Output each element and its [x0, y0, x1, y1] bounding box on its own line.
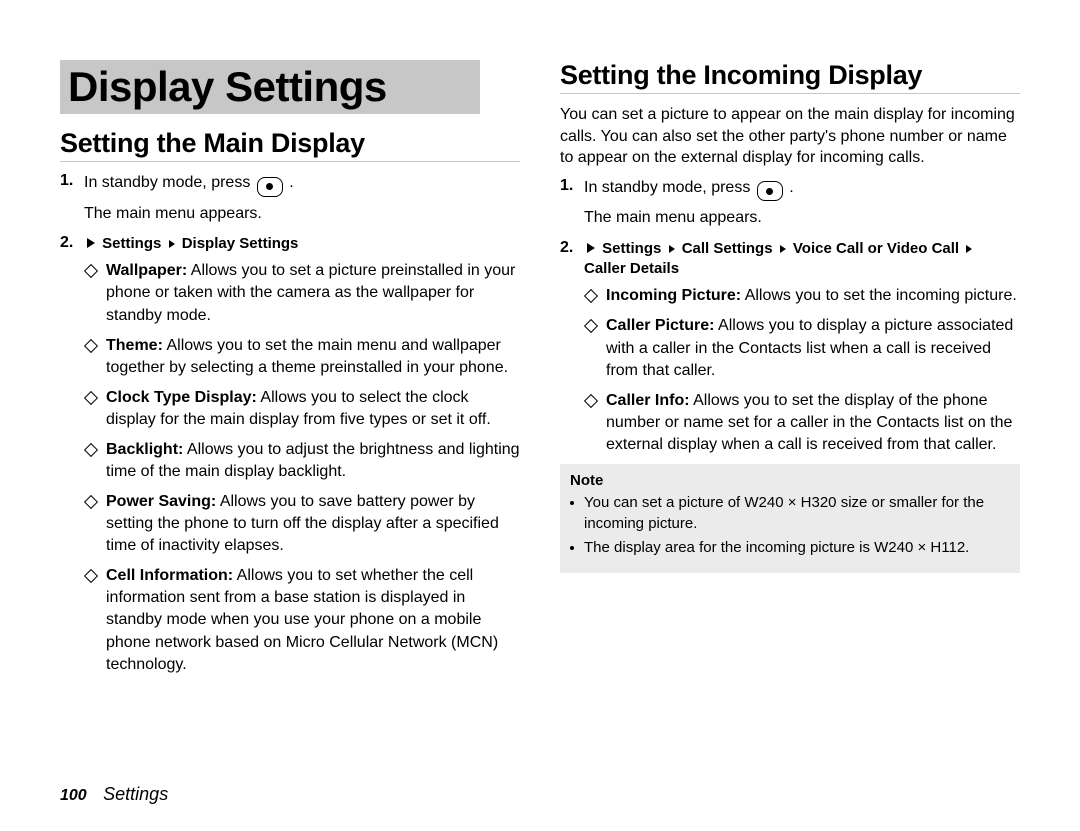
section-main-display-title: Setting the Main Display — [60, 128, 520, 162]
list-item: Cell Information: Allows you to set whet… — [86, 565, 520, 675]
list-item: Clock Type Display: Allows you to select… — [86, 387, 520, 431]
option-label: Clock Type Display: — [106, 389, 257, 406]
list-item: Power Saving: Allows you to save battery… — [86, 491, 520, 557]
nav-settings: Settings — [602, 240, 661, 257]
text: . — [289, 174, 293, 191]
triangle-icon — [587, 243, 595, 253]
note-item: The display area for the incoming pictur… — [570, 538, 1010, 559]
text: In standby mode, press — [84, 174, 255, 191]
option-label: Caller Info: — [606, 392, 690, 409]
note-item: You can set a picture of W240 × H320 siz… — [570, 493, 1010, 534]
note-box: Note You can set a picture of W240 × H32… — [560, 464, 1020, 573]
nav-video-call: Video Call — [887, 240, 959, 257]
triangle-icon — [780, 245, 786, 253]
chapter-title: Display Settings — [60, 60, 480, 114]
step-number: 2. — [60, 234, 78, 254]
text: . — [789, 179, 793, 196]
list-item: Backlight: Allows you to adjust the brig… — [86, 439, 520, 483]
page: Display Settings Setting the Main Displa… — [0, 0, 1080, 831]
step-body: In standby mode, press . — [584, 177, 794, 202]
triangle-icon — [966, 245, 972, 253]
left-column: Display Settings Setting the Main Displa… — [60, 60, 520, 684]
triangle-icon — [669, 245, 675, 253]
step-number: 1. — [560, 177, 578, 202]
nav-caller-details: Caller Details — [584, 260, 679, 277]
triangle-icon — [87, 238, 95, 248]
list-item: Caller Picture: Allows you to display a … — [586, 315, 1020, 381]
step-body: In standby mode, press . — [84, 172, 294, 197]
option-text: Allows you to set the main menu and wall… — [106, 337, 508, 376]
center-key-icon — [757, 181, 783, 201]
right-column: Setting the Incoming Display You can set… — [560, 60, 1020, 684]
nav-or: or — [864, 240, 887, 257]
option-label: Cell Information: — [106, 567, 233, 584]
page-number: 100 — [60, 787, 87, 804]
option-label: Wallpaper: — [106, 262, 187, 279]
nav-path: Settings Call Settings Voice Call or Vid… — [584, 239, 975, 280]
note-list: You can set a picture of W240 × H320 siz… — [570, 493, 1010, 559]
left-step-1: 1. In standby mode, press . — [60, 172, 520, 197]
step-number: 2. — [560, 239, 578, 280]
right-step-1-sub: The main menu appears. — [584, 207, 1020, 229]
right-option-list: Incoming Picture: Allows you to set the … — [586, 285, 1020, 456]
right-step-2: 2. Settings Call Settings Voice Call or … — [560, 239, 1020, 280]
note-title: Note — [570, 472, 1010, 489]
list-item: Incoming Picture: Allows you to set the … — [586, 285, 1020, 307]
triangle-icon — [169, 240, 175, 248]
right-step-1: 1. In standby mode, press . — [560, 177, 1020, 202]
nav-display-settings: Display Settings — [182, 235, 299, 252]
footer-section: Settings — [103, 784, 168, 804]
nav-path: Settings Display Settings — [84, 234, 298, 254]
option-label: Backlight: — [106, 441, 183, 458]
page-footer: 100 Settings — [60, 784, 168, 805]
two-column-layout: Display Settings Setting the Main Displa… — [60, 60, 1020, 684]
list-item: Wallpaper: Allows you to set a picture p… — [86, 260, 520, 326]
left-option-list: Wallpaper: Allows you to set a picture p… — [86, 260, 520, 675]
intro-paragraph: You can set a picture to appear on the m… — [560, 104, 1020, 169]
section-incoming-display-title: Setting the Incoming Display — [560, 60, 1020, 94]
list-item: Theme: Allows you to set the main menu a… — [86, 335, 520, 379]
option-label: Power Saving: — [106, 493, 216, 510]
option-label: Theme: — [106, 337, 163, 354]
option-label: Incoming Picture: — [606, 287, 741, 304]
list-item: Caller Info: Allows you to set the displ… — [586, 390, 1020, 456]
option-text: Allows you to set the incoming picture. — [741, 287, 1017, 304]
nav-settings: Settings — [102, 235, 161, 252]
left-step-1-sub: The main menu appears. — [84, 203, 520, 225]
nav-call-settings: Call Settings — [682, 240, 773, 257]
left-step-2: 2. Settings Display Settings — [60, 234, 520, 254]
text: In standby mode, press — [584, 179, 755, 196]
nav-voice-call: Voice Call — [793, 240, 864, 257]
option-label: Caller Picture: — [606, 317, 714, 334]
center-key-icon — [257, 177, 283, 197]
step-number: 1. — [60, 172, 78, 197]
